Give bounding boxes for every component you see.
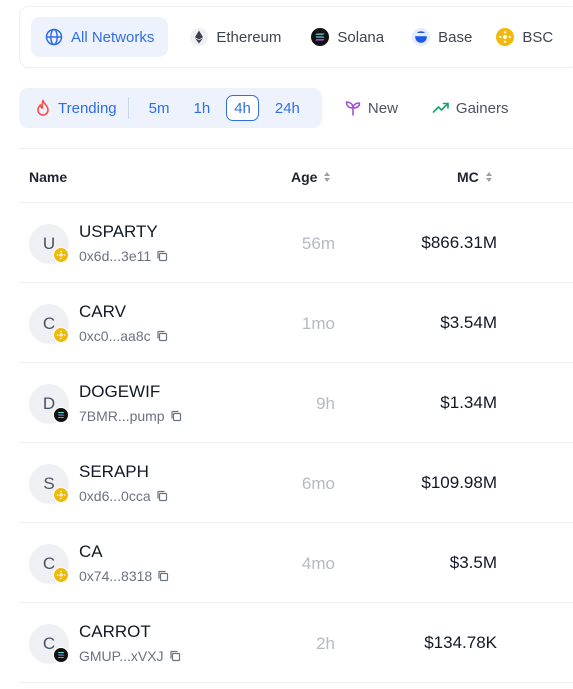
copy-icon[interactable] — [169, 650, 181, 662]
column-header-label: MC — [457, 168, 479, 185]
token-name: CA — [79, 542, 103, 561]
token-name: DOGEWIF — [79, 382, 161, 401]
token-market-cap: $3.54M — [440, 313, 497, 332]
table-row[interactable]: C CARROT GMUP...xVXJ 2h $134.78K — [19, 603, 573, 683]
solana-badge-icon — [53, 407, 69, 423]
bsc-badge-icon — [53, 327, 69, 343]
token-address-text: GMUP...xVXJ — [79, 648, 164, 664]
filter-bar: Trending 5m 1h 4h 24h New Gainers — [19, 88, 508, 128]
token-age: 9h — [316, 394, 335, 413]
table-row[interactable]: S SERAPH 0xd6...0cca 6mo $109.98M — [19, 443, 573, 523]
token-age: 4mo — [301, 554, 335, 573]
timeframe-5m[interactable]: 5m — [141, 95, 178, 121]
globe-icon — [45, 28, 63, 46]
copy-icon[interactable] — [156, 330, 168, 342]
network-tab-bsc[interactable]: BSC — [484, 17, 565, 57]
column-header-age[interactable]: Age — [291, 149, 331, 204]
token-name: USPARTY — [79, 222, 158, 241]
bsc-badge-icon — [53, 487, 69, 503]
gainers-label: Gainers — [455, 99, 509, 117]
token-name: CARV — [79, 302, 126, 321]
table-header: Name Age MC — [19, 148, 573, 203]
flame-icon — [35, 99, 51, 117]
network-selector: All Networks Ethereum Solana Base BSC — [19, 6, 573, 68]
token-address-text: 0xc0...aa8c — [79, 328, 151, 344]
network-tab-base[interactable]: Base — [400, 17, 484, 57]
copy-icon[interactable] — [156, 490, 168, 502]
trending-tab[interactable]: Trending — [35, 99, 117, 117]
base-icon — [412, 28, 431, 46]
network-tab-label: Solana — [337, 28, 385, 46]
token-address: GMUP...xVXJ — [79, 648, 181, 664]
network-tab-label: Base — [438, 28, 473, 46]
network-tab-solana[interactable]: Solana — [299, 17, 396, 57]
bsc-badge-icon — [53, 247, 69, 263]
table-row[interactable]: D DOGEWIF 7BMR...pump 9h $1.34M — [19, 363, 573, 443]
token-market-cap: $3.5M — [449, 553, 497, 572]
table-row[interactable]: C CA 0x74...8318 4mo $3.5M — [19, 523, 573, 603]
network-tab-label: Ethereum — [216, 28, 282, 46]
network-tab-ethereum[interactable]: Ethereum — [178, 17, 293, 57]
network-tab-all[interactable]: All Networks — [31, 17, 169, 57]
solana-icon — [311, 28, 330, 46]
table-body: U USPARTY 0x6d...3e11 56m $866.31M C CAR… — [19, 203, 573, 683]
copy-icon[interactable] — [156, 250, 168, 262]
ethereum-icon — [190, 28, 209, 46]
token-table: Name Age MC U USPARTY 0x6d...3e11 56m $8… — [19, 148, 573, 683]
token-age: 56m — [301, 234, 335, 253]
token-address: 7BMR...pump — [79, 408, 182, 424]
token-age: 1mo — [301, 314, 335, 333]
table-row[interactable]: C CARV 0xc0...aa8c 1mo $3.54M — [19, 283, 573, 363]
token-address-text: 0x6d...3e11 — [79, 248, 152, 264]
token-market-cap: $866.31M — [421, 233, 497, 252]
token-address-text: 7BMR...pump — [79, 408, 165, 424]
token-address: 0xd6...0cca — [79, 488, 168, 504]
trending-label: Trending — [58, 99, 117, 117]
token-address-text: 0xd6...0cca — [79, 488, 151, 504]
token-market-cap: $1.34M — [440, 393, 497, 412]
timeframe-1h[interactable]: 1h — [186, 95, 219, 121]
bsc-badge-icon — [53, 567, 69, 583]
token-address: 0xc0...aa8c — [79, 328, 168, 344]
column-header-mc[interactable]: MC — [457, 149, 492, 204]
table-row[interactable]: U USPARTY 0x6d...3e11 56m $866.31M — [19, 203, 573, 283]
token-address: 0x6d...3e11 — [79, 248, 168, 264]
token-age: 2h — [316, 634, 335, 653]
copy-icon[interactable] — [157, 570, 169, 582]
timeframe-4h[interactable]: 4h — [226, 95, 259, 121]
divider — [127, 97, 129, 119]
column-header-label: Name — [29, 168, 68, 185]
sort-icon — [324, 171, 331, 182]
new-label: New — [367, 99, 398, 117]
timeframe-24h[interactable]: 24h — [267, 95, 308, 121]
token-address: 0x74...8318 — [79, 568, 169, 584]
sort-icon — [485, 171, 492, 182]
copy-icon[interactable] — [170, 410, 182, 422]
gainers-tab[interactable]: Gainers — [432, 99, 509, 117]
token-name: SERAPH — [79, 462, 149, 481]
column-header-label: Age — [291, 168, 318, 185]
trending-filter-group: Trending 5m 1h 4h 24h — [19, 88, 322, 128]
network-tab-label: BSC — [522, 28, 554, 46]
sprout-icon — [344, 99, 362, 117]
token-address-text: 0x74...8318 — [79, 568, 153, 584]
new-tab[interactable]: New — [344, 99, 398, 117]
trending-up-icon — [432, 99, 450, 117]
solana-badge-icon — [53, 647, 69, 663]
token-market-cap: $134.78K — [424, 633, 497, 652]
network-tab-label: All Networks — [71, 28, 155, 46]
column-header-name: Name — [29, 149, 67, 204]
token-market-cap: $109.98M — [421, 473, 497, 492]
token-name: CARROT — [79, 622, 151, 641]
token-age: 6mo — [301, 474, 335, 493]
bsc-icon — [496, 28, 515, 46]
